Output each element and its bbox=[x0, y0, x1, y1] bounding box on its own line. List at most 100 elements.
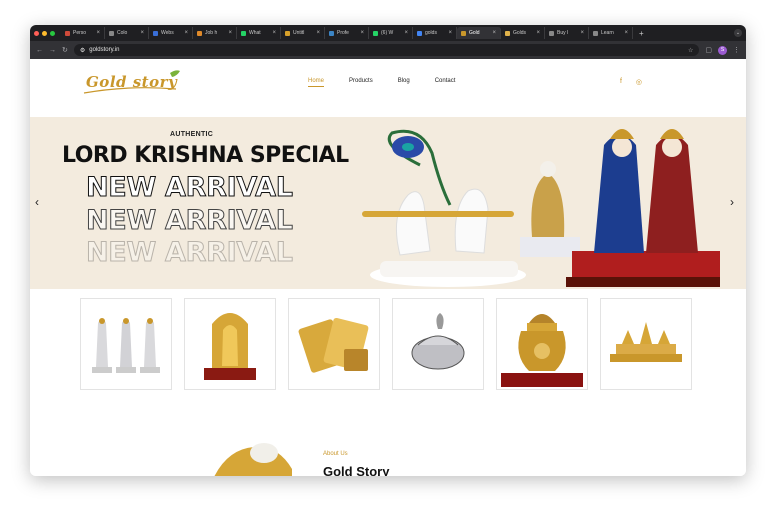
browser-tab[interactable]: (6) W × bbox=[369, 27, 413, 39]
about-gold-image bbox=[214, 443, 292, 476]
bookmark-star-icon[interactable]: ☆ bbox=[688, 47, 693, 54]
tab-label: Perso bbox=[73, 30, 87, 36]
tab-label: Job h bbox=[205, 30, 218, 36]
maximize-window-icon[interactable] bbox=[50, 30, 55, 36]
silver-deities-trio-image bbox=[92, 318, 160, 373]
url-text: goldstory.in bbox=[89, 47, 120, 53]
about-title: Gold Story bbox=[323, 464, 390, 476]
browser-tab[interactable]: Perso × bbox=[61, 27, 105, 39]
tab-close-icon[interactable]: × bbox=[140, 30, 144, 36]
logo-text: Gold story bbox=[86, 73, 178, 91]
hero-next-arrow[interactable]: › bbox=[730, 195, 734, 209]
tab-favicon-icon bbox=[197, 30, 202, 36]
social-links: f ◎ bbox=[620, 78, 642, 86]
about-subtitle: About Us bbox=[323, 451, 348, 457]
main-nav: Home Products Blog Contact bbox=[308, 78, 480, 87]
browser-tab[interactable]: Colo × bbox=[105, 27, 149, 39]
hero-prev-arrow[interactable]: ‹ bbox=[35, 195, 39, 209]
tab-favicon-icon bbox=[329, 30, 334, 36]
tab-close-icon[interactable]: × bbox=[492, 30, 496, 36]
nav-contact[interactable]: Contact bbox=[435, 78, 456, 87]
tab-favicon-icon bbox=[593, 30, 598, 36]
tab-close-icon[interactable]: × bbox=[580, 30, 584, 36]
product-card[interactable] bbox=[392, 298, 484, 390]
tab-close-icon[interactable]: × bbox=[448, 30, 452, 36]
gold-playing-cards-image bbox=[298, 317, 369, 373]
tab-close-icon[interactable]: × bbox=[96, 30, 100, 36]
browser-tab[interactable]: Untitl × bbox=[281, 27, 325, 39]
browser-tab[interactable]: Job h × bbox=[193, 27, 237, 39]
site-header: Gold story Home Products Blog Contact f … bbox=[30, 59, 746, 108]
browser-tab[interactable]: What × bbox=[237, 27, 281, 39]
tab-close-icon[interactable]: × bbox=[228, 30, 232, 36]
browser-tab[interactable]: Golds × bbox=[501, 27, 545, 39]
profile-avatar[interactable]: S bbox=[718, 45, 727, 55]
browser-window: Perso × Colo × Webs × Job h × What × Untitl × Profe ×… bbox=[30, 25, 746, 476]
tab-search-icon[interactable]: ⌄ bbox=[734, 29, 742, 37]
webpage: Gold story Home Products Blog Contact f … bbox=[30, 59, 746, 476]
forward-icon[interactable]: → bbox=[49, 47, 56, 54]
browser-tab[interactable]: Gold × bbox=[457, 27, 501, 39]
tab-close-icon[interactable]: × bbox=[360, 30, 364, 36]
product-thumbnails bbox=[80, 298, 692, 390]
tab-close-icon[interactable]: × bbox=[624, 30, 628, 36]
tab-favicon-icon bbox=[65, 30, 70, 36]
gold-kalash-image bbox=[501, 314, 583, 387]
address-bar[interactable]: ⚙ goldstory.in ☆ bbox=[73, 44, 700, 56]
tab-label: Untitl bbox=[293, 30, 305, 36]
browser-tab[interactable]: Learn × bbox=[589, 27, 633, 39]
tab-favicon-icon bbox=[241, 30, 246, 36]
tab-close-icon[interactable]: × bbox=[536, 30, 540, 36]
hero-subtitle: AUTHENTIC bbox=[170, 131, 214, 138]
menu-icon[interactable]: ⋮ bbox=[733, 46, 740, 54]
krishna-products-image bbox=[362, 129, 720, 287]
tab-favicon-icon bbox=[373, 30, 378, 36]
close-window-icon[interactable] bbox=[34, 30, 39, 36]
product-card[interactable] bbox=[80, 298, 172, 390]
tab-close-icon[interactable]: × bbox=[404, 30, 408, 36]
hero-banner: AUTHENTIC LORD KRISHNA SPECIAL NEW ARRIV… bbox=[30, 117, 746, 289]
product-card[interactable] bbox=[184, 298, 276, 390]
nav-products[interactable]: Products bbox=[349, 78, 373, 87]
tab-close-icon[interactable]: × bbox=[184, 30, 188, 36]
browser-tab[interactable]: Buy I × bbox=[545, 27, 589, 39]
tab-close-icon[interactable]: × bbox=[316, 30, 320, 36]
product-card[interactable] bbox=[600, 298, 692, 390]
nav-blog[interactable]: Blog bbox=[398, 78, 410, 87]
new-tab-button[interactable]: + bbox=[639, 29, 644, 38]
toolbar: ← → ↻ ⚙ goldstory.in ☆ ▢ S ⋮ bbox=[30, 41, 746, 59]
gold-temple-model-image bbox=[610, 322, 682, 362]
browser-tab[interactable]: Webs × bbox=[149, 27, 193, 39]
window-controls[interactable] bbox=[34, 30, 55, 36]
extensions-icon[interactable]: ▢ bbox=[705, 46, 712, 54]
instagram-icon[interactable]: ◎ bbox=[636, 78, 642, 86]
tab-label: Learn bbox=[601, 30, 614, 36]
tab-favicon-icon bbox=[461, 30, 466, 36]
browser-tab[interactable]: golds × bbox=[413, 27, 457, 39]
site-info-icon[interactable]: ⚙ bbox=[80, 47, 85, 54]
back-icon[interactable]: ← bbox=[36, 47, 43, 54]
tab-label: Golds bbox=[513, 30, 527, 36]
tab-favicon-icon bbox=[285, 30, 290, 36]
tab-label: Gold bbox=[469, 30, 480, 36]
nav-home[interactable]: Home bbox=[308, 78, 325, 87]
tab-label: Buy I bbox=[557, 30, 569, 36]
tab-label: Profe bbox=[337, 30, 349, 36]
reload-icon[interactable]: ↻ bbox=[62, 46, 68, 54]
tab-label: (6) W bbox=[381, 30, 394, 36]
logo[interactable]: Gold story bbox=[80, 67, 184, 99]
tab-strip: Perso × Colo × Webs × Job h × What × Untitl × Profe ×… bbox=[30, 25, 746, 41]
product-card[interactable] bbox=[288, 298, 380, 390]
browser-tab[interactable]: Profe × bbox=[325, 27, 369, 39]
minimize-window-icon[interactable] bbox=[42, 30, 47, 36]
tab-label: Colo bbox=[117, 30, 128, 36]
tab-favicon-icon bbox=[153, 30, 158, 36]
hero-arrival-text: NEW ARRIVAL bbox=[86, 205, 294, 237]
tab-favicon-icon bbox=[505, 30, 510, 36]
hero-arrival-text: NEW ARRIVAL bbox=[86, 237, 294, 269]
hero-title: LORD KRISHNA SPECIAL bbox=[62, 143, 349, 168]
tab-close-icon[interactable]: × bbox=[272, 30, 276, 36]
facebook-icon[interactable]: f bbox=[620, 78, 622, 86]
tab-favicon-icon bbox=[417, 30, 422, 36]
product-card[interactable] bbox=[496, 298, 588, 390]
